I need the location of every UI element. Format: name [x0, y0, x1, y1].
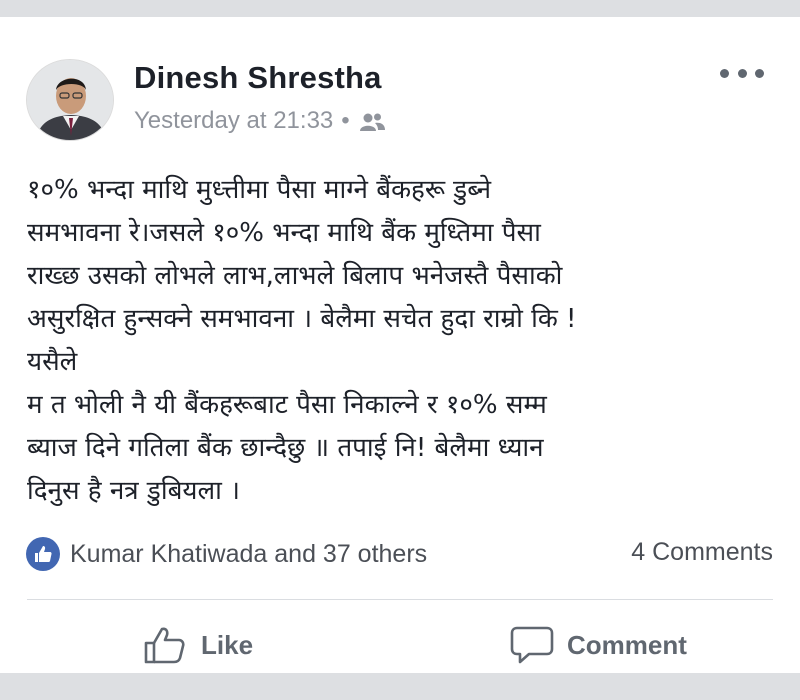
profile-photo: [27, 60, 113, 140]
meta-separator: •: [341, 107, 350, 134]
more-options-icon[interactable]: [720, 61, 764, 85]
post-text: १०% भन्दा माथि मुध्त्तीमा पैसा माग्ने बै…: [27, 169, 777, 513]
friends-icon[interactable]: [358, 111, 386, 131]
more-dot: [755, 68, 764, 78]
post-meta: Yesterday at 21:33 •: [134, 107, 386, 135]
comments-count[interactable]: 4 Comments: [631, 538, 773, 567]
post-text-line: म त भोली नै यी बैंकहरूबाट पैसा निकाल्ने …: [27, 390, 547, 420]
divider: [27, 599, 773, 600]
reaction-names: Kumar Khatiwada and 37 others: [70, 539, 428, 568]
post-text-line: १०% भन्दा माथि मुध्त्तीमा पैसा माग्ने बै…: [27, 175, 492, 205]
post-card: Dinesh Shrestha Yesterday at 21:33 • १०%…: [0, 17, 800, 673]
comment-icon: [510, 626, 554, 664]
post-text-line: दिनुस है नत्र डुबियला ।: [27, 476, 240, 506]
comment-button[interactable]: Comment: [509, 623, 687, 667]
thumbs-up-icon: [144, 627, 185, 664]
post-text-line: राख्छ उसको लोभले लाभ,लाभले बिलाप भनेजस्त…: [27, 261, 563, 291]
avatar[interactable]: [26, 59, 114, 141]
comment-label: Comment: [567, 629, 687, 660]
timestamp[interactable]: Yesterday at 21:33: [134, 107, 333, 135]
post-text-line: समभावना रे।जसले १०% भन्दा माथि बैंक मुध्…: [27, 218, 541, 248]
reactions-summary[interactable]: Kumar Khatiwada and 37 others: [26, 535, 427, 573]
like-reaction-icon: [26, 537, 60, 571]
post-text-line: यसैले: [27, 347, 78, 377]
post-text-line: ब्याज दिने गतिला बैंक छान्दैछु ॥ तपाई नि…: [27, 433, 544, 463]
more-dot: [737, 68, 747, 78]
more-dot: [720, 68, 729, 78]
like-label: Like: [201, 629, 254, 660]
author-name[interactable]: Dinesh Shrestha: [134, 60, 382, 96]
post-text-line: असुरक्षित हुन्सक्ने समभावना । बेलैमा सचे…: [27, 304, 577, 334]
like-button[interactable]: Like: [143, 623, 253, 667]
